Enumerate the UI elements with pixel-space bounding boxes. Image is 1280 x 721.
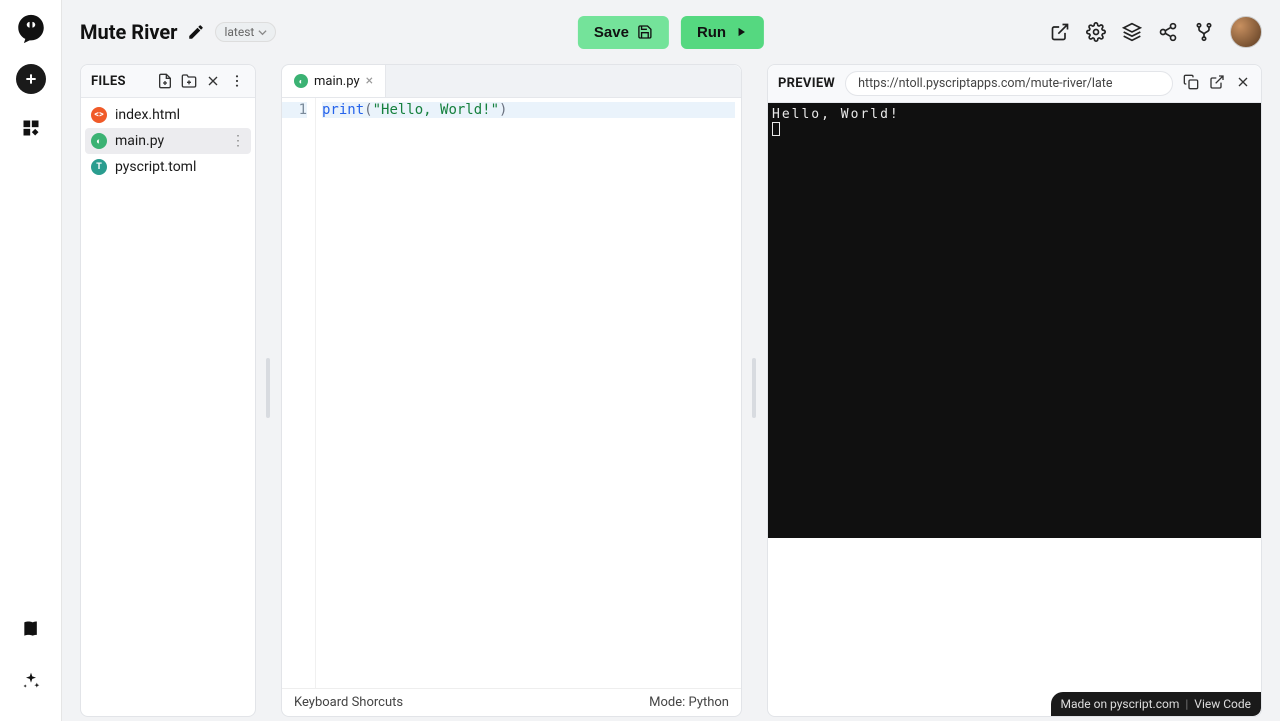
html-file-icon: <> — [91, 107, 107, 123]
view-code-link[interactable]: View Code — [1194, 697, 1251, 711]
preview-terminal: Hello, World! — [768, 103, 1261, 538]
save-button[interactable]: Save — [578, 16, 669, 49]
copy-url-icon[interactable] — [1183, 74, 1199, 94]
files-panel: FILES <> index.html ◐ main. — [80, 64, 256, 717]
line-number: 1 — [282, 102, 307, 118]
save-icon — [637, 24, 653, 40]
close-icon[interactable] — [205, 73, 221, 89]
python-file-icon: ◐ — [91, 133, 107, 149]
files-panel-title: FILES — [91, 74, 126, 89]
open-preview-icon[interactable] — [1209, 74, 1225, 94]
edit-title-icon[interactable] — [187, 23, 205, 41]
tab-label: main.py — [314, 74, 360, 89]
file-item-main-py[interactable]: ◐ main.py ⋮ — [85, 128, 251, 154]
file-name: index.html — [115, 107, 180, 123]
keyboard-shortcuts-link[interactable]: Keyboard Shorcuts — [294, 695, 403, 710]
python-file-icon: ◐ — [294, 74, 308, 88]
new-file-icon[interactable] — [157, 73, 173, 89]
code-token: ) — [499, 102, 507, 118]
sparkle-icon[interactable] — [15, 665, 47, 697]
run-button[interactable]: Run — [681, 16, 764, 49]
code-token: ( — [364, 102, 372, 118]
version-tag-label: latest — [224, 25, 254, 39]
splitter-files-editor[interactable] — [266, 64, 271, 717]
preview-title: PREVIEW — [778, 76, 835, 91]
open-external-icon[interactable] — [1050, 22, 1070, 42]
add-button[interactable] — [16, 64, 46, 94]
version-tag[interactable]: latest — [215, 22, 276, 42]
user-avatar[interactable] — [1230, 16, 1262, 48]
editor-panel: ◐ main.py × 1 print("Hello, World!") Key… — [281, 64, 742, 717]
dashboard-icon[interactable] — [15, 112, 47, 144]
share-icon[interactable] — [1158, 22, 1178, 42]
settings-icon[interactable] — [1086, 22, 1106, 42]
file-item-index-html[interactable]: <> index.html — [81, 102, 255, 128]
terminal-cursor — [772, 122, 780, 136]
code-token: print — [322, 102, 364, 118]
play-icon — [734, 25, 748, 39]
made-on-link[interactable]: Made on pyscript.com — [1061, 697, 1180, 711]
file-item-pyscript-toml[interactable]: T pyscript.toml — [81, 154, 255, 180]
file-item-more-icon[interactable]: ⋮ — [231, 133, 245, 149]
preview-panel: PREVIEW https://ntoll.pyscriptapps.com/m… — [767, 64, 1262, 717]
preview-url[interactable]: https://ntoll.pyscriptapps.com/mute-rive… — [845, 71, 1173, 96]
editor-mode-label: Mode: Python — [649, 695, 729, 710]
save-button-label: Save — [594, 24, 629, 41]
file-name: main.py — [115, 133, 164, 149]
toml-file-icon: T — [91, 159, 107, 175]
new-folder-icon[interactable] — [181, 73, 197, 89]
editor-tabs: ◐ main.py × — [282, 65, 741, 98]
layers-icon[interactable] — [1122, 22, 1142, 42]
left-rail — [0, 0, 62, 721]
more-icon[interactable] — [229, 73, 245, 89]
project-title: Mute River — [80, 20, 177, 44]
close-preview-icon[interactable] — [1235, 74, 1251, 94]
code-editor[interactable]: 1 print("Hello, World!") — [282, 98, 741, 688]
code-token: "Hello, World!" — [373, 102, 499, 118]
file-name: pyscript.toml — [115, 159, 196, 175]
terminal-output: Hello, World! — [772, 107, 1257, 122]
splitter-editor-preview[interactable] — [752, 64, 757, 717]
fork-icon[interactable] — [1194, 22, 1214, 42]
topbar: Mute River latest Save Run — [62, 0, 1280, 64]
logo-icon[interactable] — [14, 12, 48, 46]
run-button-label: Run — [697, 24, 726, 41]
tab-close-icon[interactable]: × — [366, 73, 373, 89]
main-area: Mute River latest Save Run — [62, 0, 1280, 721]
editor-tab-main-py[interactable]: ◐ main.py × — [282, 65, 386, 97]
preview-footer: Made on pyscript.com | View Code — [1051, 692, 1262, 716]
chevron-down-icon — [258, 28, 267, 37]
docs-icon[interactable] — [15, 613, 47, 645]
